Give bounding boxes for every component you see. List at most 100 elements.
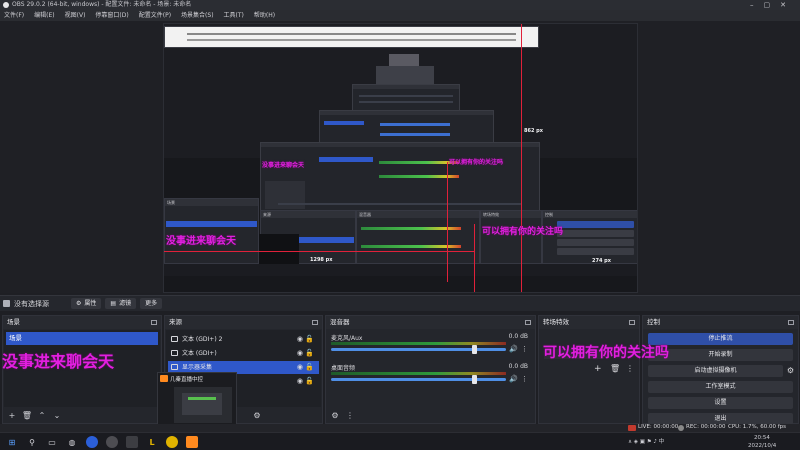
speaker-icon[interactable]: 🔊 xyxy=(509,345,518,353)
source-row[interactable]: 文本 (GDI+) 2 ◉ 🔓 xyxy=(168,333,319,346)
task-view-icon[interactable]: ▭ xyxy=(46,436,58,448)
monitor-icon xyxy=(171,364,178,370)
speaker-icon[interactable]: 🔊 xyxy=(509,375,518,383)
undock-icon[interactable] xyxy=(312,320,318,325)
channel-db: 0.0 dB xyxy=(508,333,528,340)
down-icon[interactable]: ⌄ xyxy=(52,411,62,421)
virtual-camera-button[interactable]: 启动虚拟摄像机 xyxy=(648,365,783,377)
settings-icon[interactable]: ⚙ xyxy=(252,411,262,421)
eye-icon[interactable]: ◉ xyxy=(297,361,303,374)
live-control-icon[interactable] xyxy=(186,436,198,448)
menu-docks[interactable]: 停靠窗口(D) xyxy=(95,10,128,21)
inner-overlay-text-left: 没事进来聊会天 xyxy=(166,236,236,247)
undock-icon[interactable] xyxy=(788,320,794,325)
menu-profile[interactable]: 配置文件(P) xyxy=(139,10,171,21)
studio-mode-button[interactable]: 工作室模式 xyxy=(648,381,793,393)
scene-item[interactable]: 场景 xyxy=(6,332,158,345)
add-icon[interactable]: + xyxy=(594,364,602,374)
volume-slider-handle[interactable] xyxy=(471,375,477,384)
lock-icon[interactable]: 🔓 xyxy=(305,361,314,374)
nested-capture-level-1 xyxy=(164,26,539,48)
volume-meter xyxy=(331,342,507,345)
source-row[interactable]: 文本 (GDI+) ◉ 🔓 xyxy=(168,347,319,360)
settings-icon[interactable]: ⚙ xyxy=(330,411,340,421)
gear-icon: ⚙ xyxy=(76,300,82,307)
scenes-title: 场景 xyxy=(7,318,20,326)
settings-button[interactable]: 设置 xyxy=(648,397,793,409)
live-time: LIVE: 00:00:00 xyxy=(638,424,679,430)
add-icon[interactable]: + xyxy=(7,411,17,421)
title-bar: OBS 29.0.2 (64-bit, windows) - 配置文件: 未命名… xyxy=(0,0,800,10)
obs-app-icon xyxy=(3,2,9,8)
inner-overlay-text-right: 可以拥有你的关注吗 xyxy=(482,227,564,237)
steam-icon[interactable]: ◍ xyxy=(66,436,78,448)
stop-streaming-button[interactable]: 停止推流 xyxy=(648,333,793,345)
channel-name: 桌面音频 xyxy=(331,365,356,372)
search-icon[interactable]: ⚲ xyxy=(26,436,38,448)
volume-slider[interactable] xyxy=(331,348,507,351)
gear-icon[interactable]: ⚙ xyxy=(787,366,794,375)
filters-button[interactable]: ▤ 滤镜 xyxy=(105,298,137,309)
obs-taskbar-icon[interactable] xyxy=(106,436,118,448)
lock-icon[interactable]: 🔓 xyxy=(305,375,314,388)
windows-taskbar: ⊞ ⚲ ▭ ◍ L ∧ ◈ ▣ ⚑ ♪ 中 20:54 2022/10/4 xyxy=(0,432,800,450)
window-controls[interactable]: –▢✕ xyxy=(750,0,796,10)
app-yellow-icon[interactable] xyxy=(166,436,178,448)
channel-db: 0.0 dB xyxy=(508,363,528,370)
lock-icon[interactable]: 🔓 xyxy=(305,347,314,360)
remove-icon[interactable]: 🗑 xyxy=(22,411,32,421)
mixer-title: 混音器 xyxy=(330,318,350,326)
rec-time: REC: 00:00:00 xyxy=(686,424,726,430)
inner-overlay-text-small-2: 可以拥有你的关注吗 xyxy=(449,159,504,166)
eye-icon[interactable]: ◉ xyxy=(297,375,303,388)
more-button[interactable]: 更多 xyxy=(140,298,163,309)
taskbar-preview-popup[interactable]: 几秦直播中控 xyxy=(157,372,237,430)
preview-canvas[interactable]: 场景 来源 混音器 转场特效 控制 862 px 1298 px 274 px … xyxy=(163,23,638,293)
more-options-icon[interactable]: ⋮ xyxy=(521,345,528,353)
undock-icon[interactable] xyxy=(151,320,157,325)
measure-small-label: 274 px xyxy=(592,258,611,264)
app-icon[interactable] xyxy=(126,436,138,448)
guide-line-horizontal-2 xyxy=(474,292,638,293)
app-l-icon[interactable]: L xyxy=(146,436,158,448)
more-options-icon[interactable]: ⋮ xyxy=(345,411,355,421)
menu-file[interactable]: 文件(F) xyxy=(4,10,24,21)
source-gear-icon xyxy=(3,300,10,307)
properties-button[interactable]: ⚙ 属性 xyxy=(71,298,102,309)
volume-slider-handle[interactable] xyxy=(471,345,477,354)
more-options-icon[interactable]: ⋮ xyxy=(521,375,528,383)
source-toolbar: 没有选择源 ⚙ 属性 ▤ 滤镜 更多 xyxy=(0,295,800,311)
eye-icon[interactable]: ◉ xyxy=(297,333,303,346)
menu-help[interactable]: 帮助(H) xyxy=(254,10,275,21)
browser-icon[interactable] xyxy=(86,436,98,448)
lock-icon[interactable]: 🔓 xyxy=(305,333,314,346)
undock-icon[interactable] xyxy=(525,320,531,325)
transitions-dock: 转场特效 + 🗑 ⋮ xyxy=(538,315,640,424)
inner-controls-dock: 控制 xyxy=(542,210,637,264)
menu-scene-collection[interactable]: 场景集合(S) xyxy=(181,10,214,21)
filter-icon: ▤ xyxy=(110,300,117,307)
controls-title: 控制 xyxy=(647,318,660,326)
measure-vertical-label: 862 px xyxy=(524,128,543,134)
more-options-icon[interactable]: ⋮ xyxy=(626,364,634,373)
nested-capture-level-2 xyxy=(389,54,419,66)
window-title: OBS 29.0.2 (64-bit, windows) - 配置文件: 未命名… xyxy=(12,1,192,8)
menu-edit[interactable]: 编辑(E) xyxy=(34,10,54,21)
guide-line-vertical xyxy=(521,24,522,292)
start-recording-button[interactable]: 开始录制 xyxy=(648,349,793,361)
nested-capture-level-3 xyxy=(376,66,434,84)
menu-bar: 文件(F) 编辑(E) 视图(V) 停靠窗口(D) 配置文件(P) 场景集合(S… xyxy=(0,10,800,21)
popup-title: 几秦直播中控 xyxy=(170,377,204,383)
undock-icon[interactable] xyxy=(629,320,635,325)
start-icon[interactable]: ⊞ xyxy=(6,436,18,448)
up-icon[interactable]: ⌃ xyxy=(37,411,47,421)
tray-icons[interactable]: ∧ ◈ ▣ ⚑ ♪ 中 xyxy=(628,433,664,450)
text-source-icon xyxy=(171,336,178,342)
menu-tools[interactable]: 工具(T) xyxy=(224,10,244,21)
remove-icon[interactable]: 🗑 xyxy=(610,364,620,373)
menu-view[interactable]: 视图(V) xyxy=(65,10,86,21)
inner-transitions-dock: 转场特效 xyxy=(480,210,542,264)
eye-icon[interactable]: ◉ xyxy=(297,347,303,360)
volume-slider[interactable] xyxy=(331,378,507,381)
mixer-channels: 麦克风/Aux 0.0 dB 🔊 ⋮ 桌面音频 0.0 dB 🔊 ⋮ xyxy=(327,330,534,407)
